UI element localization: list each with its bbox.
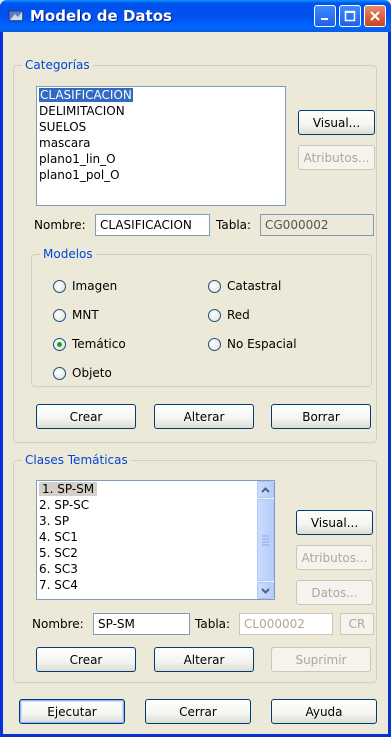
radio-dot-icon [57,341,62,347]
chevron-down-icon [261,587,270,594]
clases-scrollbar[interactable] [257,481,274,599]
radio-label: Imagen [72,279,118,293]
categorias-alterar-button[interactable]: Alterar [154,404,254,429]
clases-datos-button[interactable]: Datos... [296,580,373,605]
radio-circle[interactable] [208,308,221,322]
scroll-down-button[interactable] [257,582,274,599]
radio-label: No Espacial [227,337,297,351]
radio-label: Red [227,308,250,322]
list-item[interactable]: mascara [37,135,285,151]
radio-circle[interactable] [208,337,221,351]
minimize-icon [321,18,328,20]
app-icon [8,8,24,24]
modelos-legend: Modelos [40,247,96,261]
radio-label: MNT [72,308,99,322]
radio-imagen[interactable]: Imagen [53,279,117,293]
clases-tabla-field: CL000002 [239,613,333,635]
radio-circle[interactable] [53,279,66,293]
clases-visual-button[interactable]: Visual... [296,510,373,535]
window-title: Modelo de Datos [30,7,172,25]
list-item[interactable]: 5. SC2 [37,545,274,561]
list-item[interactable]: plano1_pol_O [37,167,285,183]
clases-alterar-button[interactable]: Alterar [154,647,254,672]
radio-circle[interactable] [53,366,66,380]
radio-circle[interactable] [208,279,221,293]
title-bar[interactable]: Modelo de Datos [0,0,391,32]
categorias-crear-button[interactable]: Crear [36,404,136,429]
clases-nombre-input[interactable]: SP-SM [93,613,190,635]
clases-tematicas-legend: Clases Temáticas [22,453,131,467]
categorias-legend: Categorías [22,58,93,72]
list-item[interactable]: DELIMITACION [37,103,285,119]
radio-label: Temático [72,337,126,351]
ayuda-button[interactable]: Ayuda [271,699,377,724]
chevron-up-icon [261,486,270,493]
categorias-borrar-button[interactable]: Borrar [271,404,371,429]
radio-no-espacial[interactable]: No Espacial [208,337,297,351]
cerrar-button[interactable]: Cerrar [145,699,251,724]
clases-nombre-label: Nombre: [32,617,84,631]
minimize-button[interactable] [314,5,336,27]
list-item[interactable]: SUELOS [37,119,285,135]
list-item[interactable]: 4. SC1 [37,529,274,545]
list-item[interactable]: 6. SC3 [37,561,274,577]
radio-circle-selected[interactable] [53,337,66,351]
scroll-thumb[interactable] [257,499,274,581]
maximize-button[interactable] [339,5,361,27]
categorias-list[interactable]: CLASIFICACION DELIMITACION SUELOS mascar… [36,86,286,206]
radio-label: Catastral [227,279,282,293]
list-item[interactable]: CLASIFICACION [37,87,285,103]
maximize-icon [344,10,356,22]
list-item[interactable]: 1. SP-SM [37,481,274,497]
radio-objeto[interactable]: Objeto [53,366,112,380]
radio-label: Objeto [72,366,112,380]
list-item[interactable]: 3. SP [37,513,274,529]
clases-cr-box: CR [340,613,374,635]
radio-catastral[interactable]: Catastral [208,279,281,293]
close-icon [370,11,380,21]
list-item[interactable]: 2. SP-SC [37,497,274,513]
radio-red[interactable]: Red [208,308,250,322]
scroll-up-button[interactable] [257,481,274,498]
grip-icon [262,535,269,546]
clases-atributos-button[interactable]: Atributos... [296,545,373,570]
categorias-nombre-input[interactable]: CLASIFICACION [95,214,210,236]
radio-mnt[interactable]: MNT [53,308,99,322]
list-item[interactable]: 7. SC4 [37,577,274,593]
radio-tematico[interactable]: Temático [53,337,126,351]
modelo-de-datos-window: Modelo de Datos Categorías CLASIFICACION… [0,0,391,737]
categorias-nombre-label: Nombre: [34,218,86,232]
close-button[interactable] [364,5,386,27]
clases-suprimir-button[interactable]: Suprimir [271,647,371,672]
ejecutar-button[interactable]: Ejecutar [19,699,125,724]
categorias-tabla-field: CG000002 [260,214,374,236]
clases-tabla-label: Tabla: [195,617,231,631]
clases-crear-button[interactable]: Crear [36,647,136,672]
categorias-tabla-label: Tabla: [216,218,252,232]
clases-list[interactable]: 1. SP-SM 2. SP-SC 3. SP 4. SC1 5. SC2 6.… [36,480,275,600]
categorias-atributos-button[interactable]: Atributos... [298,145,375,170]
list-item[interactable]: plano1_lin_O [37,151,285,167]
categorias-visual-button[interactable]: Visual... [298,110,375,135]
radio-circle[interactable] [53,308,66,322]
